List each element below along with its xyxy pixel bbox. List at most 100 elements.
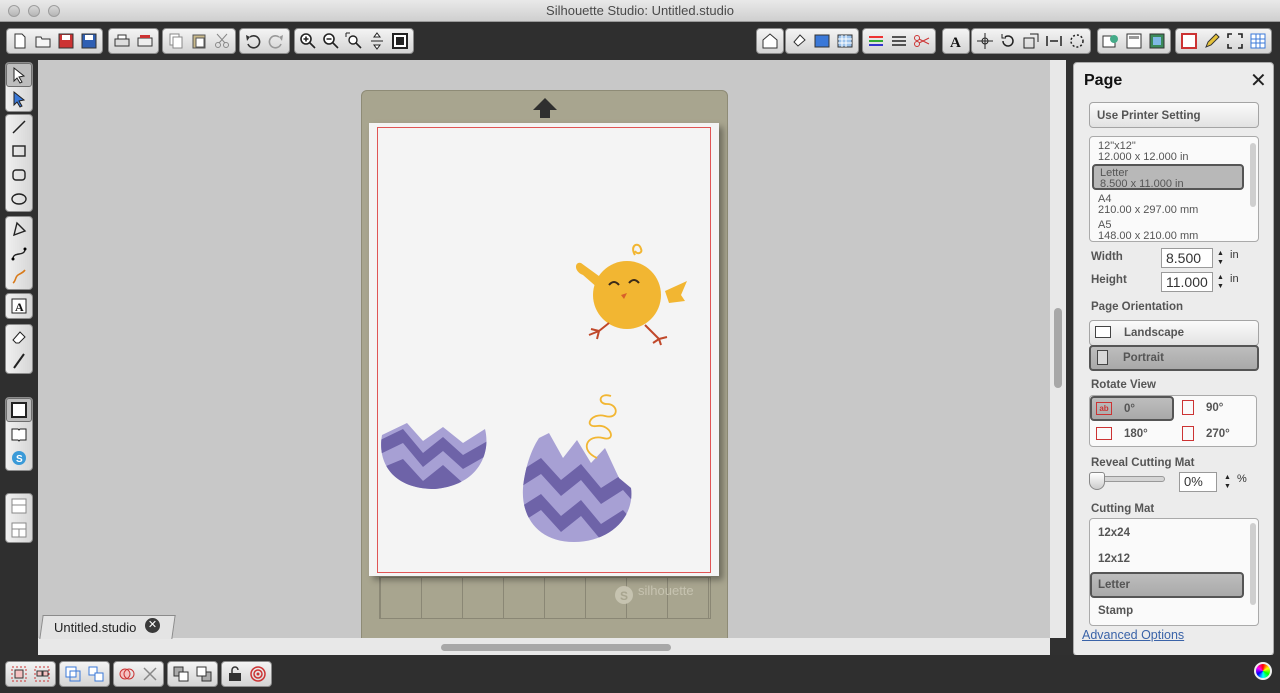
- edit-points-tool-icon[interactable]: [6, 87, 32, 111]
- freehand-tool-icon[interactable]: [6, 265, 32, 289]
- rotate-icon[interactable]: [997, 29, 1019, 53]
- color-wheel-icon[interactable]: [1254, 662, 1272, 680]
- document-tab-label[interactable]: Untitled.studio: [54, 620, 136, 635]
- design-view-icon[interactable]: [1123, 29, 1145, 53]
- reveal-value-input[interactable]: 0%: [1179, 472, 1217, 492]
- cut-settings-icon[interactable]: [911, 29, 933, 53]
- send-to-silhouette-button[interactable]: [134, 29, 156, 53]
- cutting-mat-item[interactable]: Stamp: [1098, 605, 1133, 617]
- new-document-button[interactable]: [9, 29, 31, 53]
- fullscreen-icon[interactable]: [1224, 29, 1246, 53]
- library-panel-icon[interactable]: [6, 422, 32, 446]
- width-stepper[interactable]: ▲ ▼: [1217, 249, 1224, 267]
- eraser-tool-icon[interactable]: [6, 325, 32, 349]
- line-tool-icon[interactable]: [6, 115, 32, 139]
- scale-icon[interactable]: [1020, 29, 1042, 53]
- select-tool-icon[interactable]: [6, 63, 32, 87]
- line-style-icon[interactable]: [888, 29, 910, 53]
- ungroup-icon[interactable]: [31, 662, 53, 686]
- library-icon[interactable]: [1100, 29, 1122, 53]
- zoom-selected-icon[interactable]: [343, 29, 365, 53]
- design-canvas[interactable]: S silhouette: [38, 60, 1050, 638]
- layout-split-icon[interactable]: [6, 518, 32, 542]
- cutting-mat-item-selected[interactable]: Letter: [1090, 572, 1244, 598]
- paste-button[interactable]: [188, 29, 210, 53]
- chick-graphic[interactable]: [569, 243, 689, 353]
- align-icon[interactable]: [974, 29, 996, 53]
- zoom-in-icon[interactable]: [297, 29, 319, 53]
- offset-icon[interactable]: [247, 662, 269, 686]
- height-stepper[interactable]: ▲ ▼: [1217, 273, 1224, 291]
- page-size-12x12[interactable]: 12"x12" 12.000 x 12.000 in: [1098, 141, 1248, 163]
- text-tool-icon[interactable]: A: [6, 294, 32, 318]
- group-icon[interactable]: [8, 662, 30, 686]
- release-compound-icon[interactable]: [85, 662, 107, 686]
- vertical-scroll-thumb[interactable]: [1054, 308, 1062, 388]
- page-settings-icon[interactable]: [6, 398, 32, 422]
- lock-icon[interactable]: [224, 662, 246, 686]
- width-input[interactable]: 8.500: [1161, 248, 1213, 268]
- cut-button[interactable]: [211, 29, 233, 53]
- store-icon[interactable]: [759, 29, 781, 53]
- replicate-icon[interactable]: [1066, 29, 1088, 53]
- undo-button[interactable]: [242, 29, 264, 53]
- egg-shell-right-graphic[interactable]: [519, 368, 644, 548]
- rounded-rectangle-tool-icon[interactable]: [6, 163, 32, 187]
- page-size-a4[interactable]: A4 210.00 x 297.00 mm: [1098, 194, 1248, 216]
- reveal-stepper[interactable]: ▲ ▼: [1224, 473, 1231, 491]
- polygon-tool-icon[interactable]: [6, 217, 32, 241]
- line-color-icon[interactable]: [865, 29, 887, 53]
- zoom-out-icon[interactable]: [320, 29, 342, 53]
- rotate-0-button[interactable]: ab 0°: [1090, 396, 1174, 421]
- page-size-a5[interactable]: A5 148.00 x 210.00 mm: [1098, 220, 1248, 242]
- weld-icon[interactable]: [116, 662, 138, 686]
- reveal-slider-thumb[interactable]: [1089, 472, 1105, 490]
- cutting-mat-scrollbar[interactable]: [1250, 523, 1256, 605]
- text-style-icon[interactable]: A: [945, 29, 967, 53]
- save-button[interactable]: [55, 29, 77, 53]
- height-input[interactable]: 11.000: [1161, 272, 1213, 292]
- cutting-mat-item[interactable]: 12x12: [1098, 553, 1130, 565]
- knife-tool-icon[interactable]: [6, 349, 32, 373]
- rotate-270-button[interactable]: 270°: [1178, 422, 1256, 447]
- trace-icon[interactable]: [1146, 29, 1168, 53]
- grid-icon[interactable]: [1247, 29, 1269, 53]
- close-tab-icon[interactable]: ✕: [145, 618, 160, 633]
- print-button[interactable]: [111, 29, 133, 53]
- page-size-letter[interactable]: Letter 8.500 x 11.000 in: [1092, 164, 1244, 190]
- fit-to-page-icon[interactable]: [389, 29, 411, 53]
- egg-shell-left-graphic[interactable]: [379, 423, 491, 493]
- fill-gradient-icon[interactable]: [811, 29, 833, 53]
- rotate-90-button[interactable]: 90°: [1178, 396, 1256, 421]
- open-button[interactable]: [32, 29, 54, 53]
- redo-button[interactable]: [265, 29, 287, 53]
- ellipse-tool-icon[interactable]: [6, 187, 32, 211]
- page-setup-icon[interactable]: [1178, 29, 1200, 53]
- close-panel-icon[interactable]: ✕: [1250, 68, 1267, 93]
- landscape-button[interactable]: Landscape: [1089, 320, 1259, 346]
- rotate-180-button[interactable]: 180°: [1090, 422, 1174, 447]
- subtract-icon[interactable]: [139, 662, 161, 686]
- horizontal-scrollbar[interactable]: [38, 638, 1050, 655]
- horizontal-scroll-thumb[interactable]: [441, 644, 671, 651]
- vertical-scrollbar[interactable]: [1050, 60, 1066, 638]
- make-compound-icon[interactable]: [62, 662, 84, 686]
- sketch-icon[interactable]: [1201, 29, 1223, 53]
- copy-button[interactable]: [165, 29, 187, 53]
- send-to-back-icon[interactable]: [193, 662, 215, 686]
- layout-top-icon[interactable]: [6, 494, 32, 518]
- bring-to-front-icon[interactable]: [170, 662, 192, 686]
- silhouette-store-icon[interactable]: S: [6, 446, 32, 470]
- page-size-scrollbar[interactable]: [1250, 143, 1256, 207]
- fill-pattern-icon[interactable]: [834, 29, 856, 53]
- rectangle-tool-icon[interactable]: [6, 139, 32, 163]
- advanced-options-link[interactable]: Advanced Options: [1082, 628, 1184, 642]
- move-icon[interactable]: [1043, 29, 1065, 53]
- use-printer-setting-button[interactable]: Use Printer Setting: [1089, 102, 1259, 128]
- save-to-library-button[interactable]: [78, 29, 100, 53]
- curve-tool-icon[interactable]: [6, 241, 32, 265]
- pan-icon[interactable]: [366, 29, 388, 53]
- cutting-mat-item[interactable]: 12x24: [1098, 527, 1130, 539]
- portrait-button[interactable]: Portrait: [1089, 345, 1259, 371]
- fill-color-icon[interactable]: [788, 29, 810, 53]
